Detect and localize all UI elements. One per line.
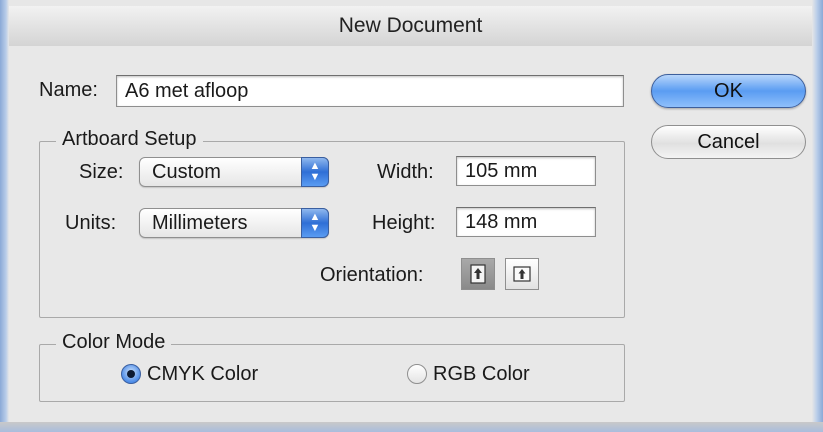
orientation-label: Orientation: [320, 264, 424, 286]
name-label: Name: [39, 79, 98, 101]
up-down-arrows-icon: ▲ ▼ [301, 208, 329, 238]
portrait-orientation-button[interactable] [461, 258, 495, 290]
width-label: Width: [377, 161, 434, 183]
height-field[interactable]: 148 mm [456, 207, 596, 237]
cmyk-color-radio[interactable] [121, 364, 141, 384]
rgb-color-radio[interactable] [407, 364, 427, 384]
name-field[interactable]: A6 met afloop [116, 75, 624, 107]
color-mode-title: Color Mode [56, 331, 172, 354]
artboard-setup-title: Artboard Setup [56, 128, 203, 151]
width-field[interactable]: 105 mm [456, 156, 596, 186]
new-document-dialog: Name: A6 met afloop Artboard Setup Size:… [9, 46, 812, 422]
cancel-button[interactable]: Cancel [651, 125, 806, 159]
size-label: Size: [79, 161, 124, 183]
dialog-title: New Document [9, 6, 812, 47]
cmyk-color-label[interactable]: CMYK Color [147, 363, 258, 386]
portrait-orientation-icon [470, 264, 486, 284]
up-down-arrows-icon: ▲ ▼ [301, 157, 329, 187]
units-label: Units: [65, 212, 117, 234]
rgb-color-label[interactable]: RGB Color [433, 363, 530, 386]
units-popup-value: Millimeters [152, 212, 248, 234]
height-label: Height: [372, 212, 436, 234]
size-popup[interactable]: Custom ▲ ▼ [139, 157, 329, 187]
landscape-orientation-icon [513, 266, 531, 282]
units-popup[interactable]: Millimeters ▲ ▼ [139, 208, 329, 238]
landscape-orientation-button[interactable] [505, 258, 539, 290]
window-bottom-edge [0, 422, 823, 432]
ok-button[interactable]: OK [651, 74, 806, 108]
size-popup-value: Custom [152, 161, 221, 183]
